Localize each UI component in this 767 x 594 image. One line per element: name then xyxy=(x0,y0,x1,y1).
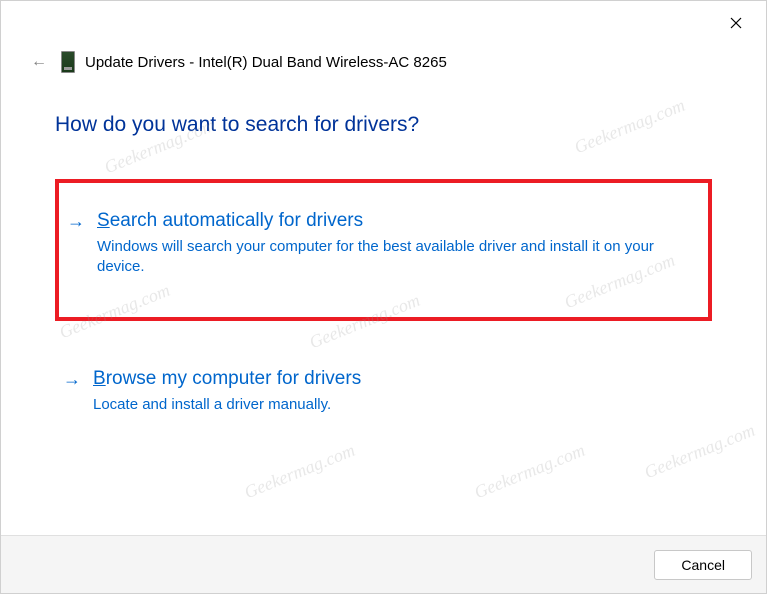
question-heading: How do you want to search for drivers? xyxy=(55,113,712,137)
option-title: Search automatically for drivers xyxy=(97,209,694,233)
option-title: Browse my computer for drivers xyxy=(93,367,698,391)
option-text: Browse my computer for drivers Locate an… xyxy=(93,367,698,415)
option-description: Locate and install a driver manually. xyxy=(93,395,698,415)
arrow-right-icon: → xyxy=(63,367,81,391)
dialog-title: Update Drivers - Intel(R) Dual Band Wire… xyxy=(85,54,447,71)
close-icon xyxy=(730,17,742,29)
cancel-button[interactable]: Cancel xyxy=(654,550,752,580)
back-arrow-icon[interactable]: ← xyxy=(27,53,51,71)
watermark: Geekermag.com xyxy=(241,440,358,503)
option-browse-computer[interactable]: → Browse my computer for drivers Locate … xyxy=(55,349,712,433)
dialog-footer: Cancel xyxy=(1,535,766,593)
arrow-right-icon: → xyxy=(67,209,85,233)
watermark: Geekermag.com xyxy=(471,440,588,503)
device-icon xyxy=(61,51,75,73)
option-text: Search automatically for drivers Windows… xyxy=(97,209,694,277)
dialog-header: ← Update Drivers - Intel(R) Dual Band Wi… xyxy=(1,1,766,73)
option-description: Windows will search your computer for th… xyxy=(97,237,694,277)
close-button[interactable] xyxy=(724,11,748,35)
option-search-automatically[interactable]: → Search automatically for drivers Windo… xyxy=(55,179,712,321)
dialog-content: How do you want to search for drivers? →… xyxy=(1,73,766,433)
